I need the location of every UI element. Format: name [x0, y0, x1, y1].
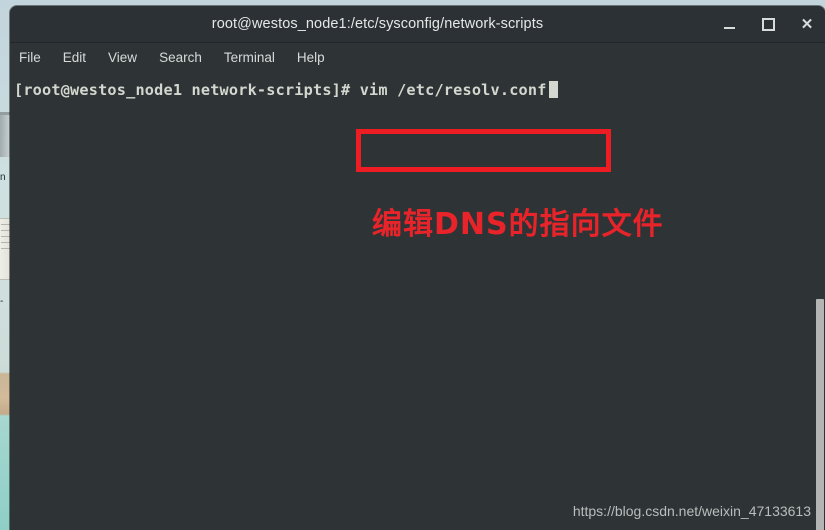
terminal-scrollbar[interactable] — [815, 71, 825, 530]
scrollbar-thumb[interactable] — [816, 299, 824, 530]
minimize-icon — [723, 26, 735, 29]
terminal-window: root@westos_node1:/etc/sysconfig/network… — [10, 6, 825, 530]
close-icon: ✕ — [800, 15, 814, 33]
menu-item-terminal[interactable]: Terminal — [224, 50, 275, 65]
menu-item-view[interactable]: View — [108, 50, 137, 65]
desktop-icon-label-2: - — [0, 296, 4, 307]
text-cursor — [548, 81, 558, 98]
menu-item-file[interactable]: File — [19, 50, 41, 65]
command-highlight-box — [356, 129, 611, 172]
menu-item-edit[interactable]: Edit — [63, 50, 86, 65]
document-line — [1, 236, 10, 237]
terminal-prompt-line: [root@westos_node1 network-scripts]# vim… — [14, 79, 558, 101]
minimize-button[interactable] — [719, 14, 739, 34]
window-title: root@westos_node1:/etc/sysconfig/network… — [211, 16, 544, 32]
document-line — [1, 242, 10, 243]
terminal-output-area[interactable]: [root@westos_node1 network-scripts]# vim… — [10, 71, 825, 530]
document-line — [1, 248, 10, 249]
prompt-text: [root@westos_node1 network-scripts]# vim… — [14, 81, 547, 99]
desktop-icon-label-1: n — [0, 172, 6, 183]
window-title-bar[interactable]: root@westos_node1:/etc/sysconfig/network… — [10, 6, 825, 43]
menu-item-search[interactable]: Search — [159, 50, 202, 65]
window-controls: ✕ — [719, 6, 817, 42]
menu-bar: File Edit View Search Terminal Help — [10, 43, 825, 71]
maximize-button[interactable] — [758, 14, 778, 34]
document-line — [1, 230, 10, 231]
menu-item-help[interactable]: Help — [297, 50, 325, 65]
watermark-url: https://blog.csdn.net/weixin_47133613 — [572, 503, 811, 519]
close-button[interactable]: ✕ — [797, 14, 817, 34]
document-line — [1, 224, 10, 225]
maximize-icon — [761, 17, 775, 31]
annotation-note: 编辑DNS的指向文件 — [372, 207, 664, 242]
